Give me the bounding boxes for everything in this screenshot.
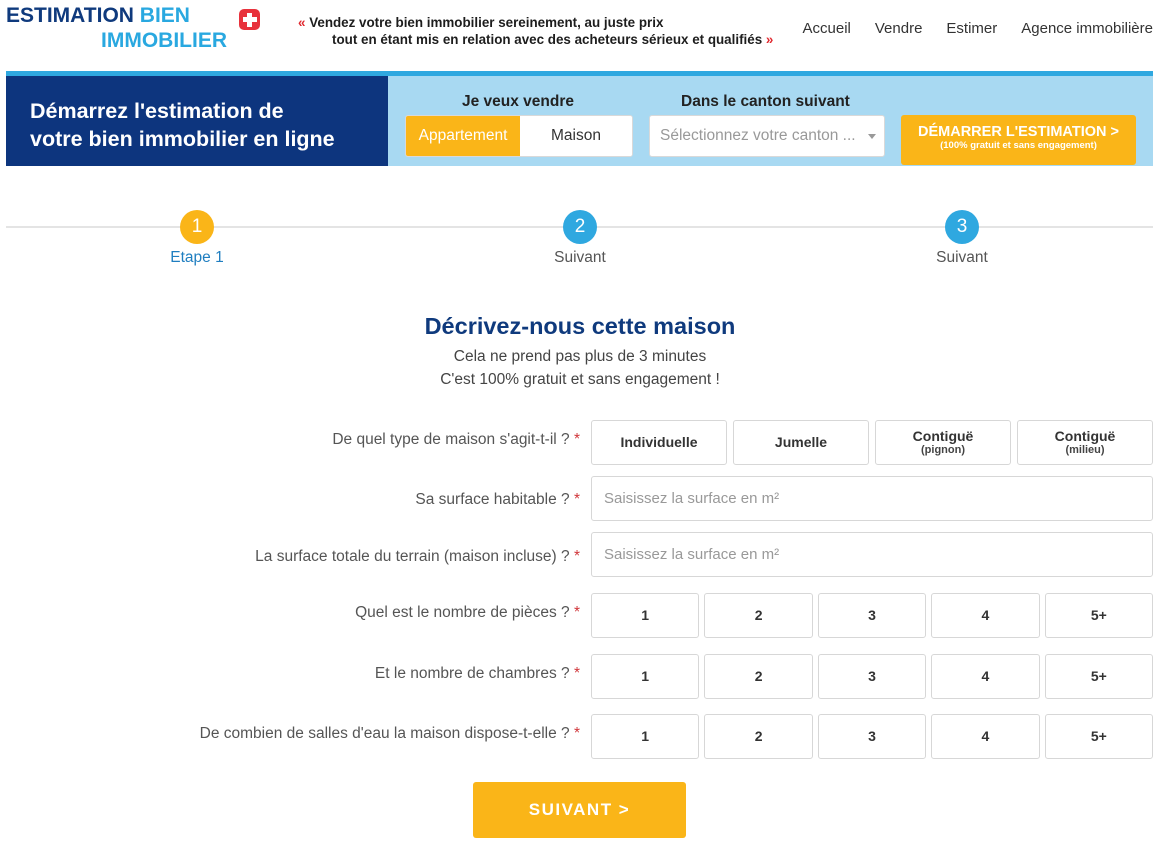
- required-mark: *: [573, 725, 580, 742]
- bedrooms-option-2[interactable]: 2: [704, 654, 813, 699]
- logo-word-immobilier: IMMOBILIER: [101, 29, 227, 52]
- living-area-label: Sa surface habitable ? *: [415, 491, 580, 508]
- start-estimation-sublabel: (100% gratuit et sans engagement): [940, 140, 1097, 151]
- land-area-input[interactable]: [591, 532, 1153, 577]
- step-1-label: Etape 1: [170, 249, 224, 266]
- step-3-indicator: 3: [945, 210, 979, 244]
- bathrooms-option-1[interactable]: 1: [591, 714, 700, 759]
- step-2-label: Suivant: [554, 249, 606, 266]
- bedrooms-options: 1 2 3 4 5+: [591, 654, 1154, 699]
- house-type-individuelle[interactable]: Individuelle: [591, 420, 727, 465]
- rooms-option-4[interactable]: 4: [931, 593, 1040, 638]
- logo-word-bien: BIEN: [139, 4, 190, 27]
- house-type-options: Individuelle Jumelle Contiguë (pignon) C…: [591, 420, 1153, 465]
- nav-estimer[interactable]: Estimer: [946, 20, 997, 37]
- required-mark: *: [573, 665, 580, 682]
- required-mark: *: [573, 548, 580, 565]
- form-subtitle-free: C'est 100% gratuit et sans engagement !: [440, 371, 720, 388]
- site-header: ESTIMATION BIEN IMMOBILIER « Vendez votr…: [0, 0, 1163, 72]
- main-nav: Accueil Vendre Estimer Agence immobilièr…: [803, 20, 1153, 37]
- start-estimation-button[interactable]: DÉMARRER L'ESTIMATION > (100% gratuit et…: [901, 115, 1136, 165]
- house-type-contigue-milieu[interactable]: Contiguë (milieu): [1017, 420, 1153, 465]
- house-type-contigue-pignon[interactable]: Contiguë (pignon): [875, 420, 1011, 465]
- bathrooms-option-5plus[interactable]: 5+: [1044, 714, 1154, 759]
- bedrooms-option-1[interactable]: 1: [591, 654, 700, 699]
- rooms-options: 1 2 3 4 5+: [591, 593, 1154, 638]
- house-type-jumelle[interactable]: Jumelle: [733, 420, 869, 465]
- site-logo[interactable]: ESTIMATION BIEN IMMOBILIER: [6, 3, 227, 53]
- next-step-button[interactable]: SUIVANT >: [473, 782, 686, 838]
- required-mark: *: [573, 491, 580, 508]
- step-3-label: Suivant: [936, 249, 988, 266]
- nav-vendre[interactable]: Vendre: [875, 20, 923, 37]
- banner-title: Démarrez l'estimation de votre bien immo…: [30, 99, 335, 151]
- tagline-line1: Vendez votre bien immobilier sereinement…: [309, 15, 664, 30]
- bathrooms-option-4[interactable]: 4: [931, 714, 1040, 759]
- rooms-option-2[interactable]: 2: [704, 593, 813, 638]
- type-appartement-button[interactable]: Appartement: [406, 116, 520, 156]
- house-type-label: De quel type de maison s'agit-t-il ? *: [332, 431, 580, 448]
- bedrooms-option-5plus[interactable]: 5+: [1044, 654, 1154, 699]
- nav-accueil[interactable]: Accueil: [803, 20, 851, 37]
- type-maison-button[interactable]: Maison: [520, 116, 632, 156]
- bedrooms-label: Et le nombre de chambres ? *: [374, 665, 580, 682]
- required-mark: *: [573, 604, 580, 621]
- logo-word-estimation: ESTIMATION: [6, 4, 134, 27]
- bathrooms-option-3[interactable]: 3: [817, 714, 927, 759]
- step-1-indicator: 1: [180, 210, 214, 244]
- bathrooms-label: De combien de salles d'eau la maison dis…: [199, 725, 580, 742]
- start-estimation-label: DÉMARRER L'ESTIMATION >: [918, 124, 1119, 140]
- header-tagline: « Vendez votre bien immobilier sereineme…: [298, 15, 788, 48]
- sell-type-label: Je veux vendre: [462, 93, 575, 110]
- property-type-toggle: Appartement Maison: [405, 115, 633, 157]
- canton-select[interactable]: Sélectionnez votre canton ...: [649, 115, 885, 157]
- nav-agence-immobiliere[interactable]: Agence immobilière: [1021, 20, 1153, 37]
- land-area-label: La surface totale du terrain (maison inc…: [255, 548, 580, 565]
- banner-title-box: Démarrez l'estimation de votre bien immo…: [6, 76, 388, 166]
- step-2-indicator: 2: [563, 210, 597, 244]
- canton-select-placeholder: Sélectionnez votre canton ...: [660, 127, 856, 144]
- canton-label: Dans le canton suivant: [681, 93, 850, 110]
- bedrooms-option-3[interactable]: 3: [817, 654, 927, 699]
- tagline-close-quote: »: [765, 31, 774, 47]
- bathrooms-options: 1 2 3 4 5+: [591, 714, 1154, 759]
- tagline-open-quote: «: [298, 15, 306, 30]
- rooms-label: Quel est le nombre de pièces ? *: [355, 604, 580, 621]
- bathrooms-option-2[interactable]: 2: [704, 714, 813, 759]
- rooms-option-1[interactable]: 1: [591, 593, 700, 638]
- living-area-input[interactable]: [591, 476, 1153, 521]
- swiss-flag-icon: [239, 9, 260, 30]
- form-title: Décrivez-nous cette maison: [424, 313, 736, 339]
- chevron-down-icon: [868, 134, 876, 139]
- form-subtitle-duration: Cela ne prend pas plus de 3 minutes: [453, 348, 707, 365]
- bedrooms-option-4[interactable]: 4: [931, 654, 1040, 699]
- estimation-banner: Démarrez l'estimation de votre bien immo…: [6, 71, 1153, 166]
- rooms-option-3[interactable]: 3: [817, 593, 927, 638]
- tagline-line2: tout en étant mis en relation avec des a…: [332, 31, 763, 47]
- required-mark: *: [573, 431, 580, 448]
- rooms-option-5plus[interactable]: 5+: [1044, 593, 1154, 638]
